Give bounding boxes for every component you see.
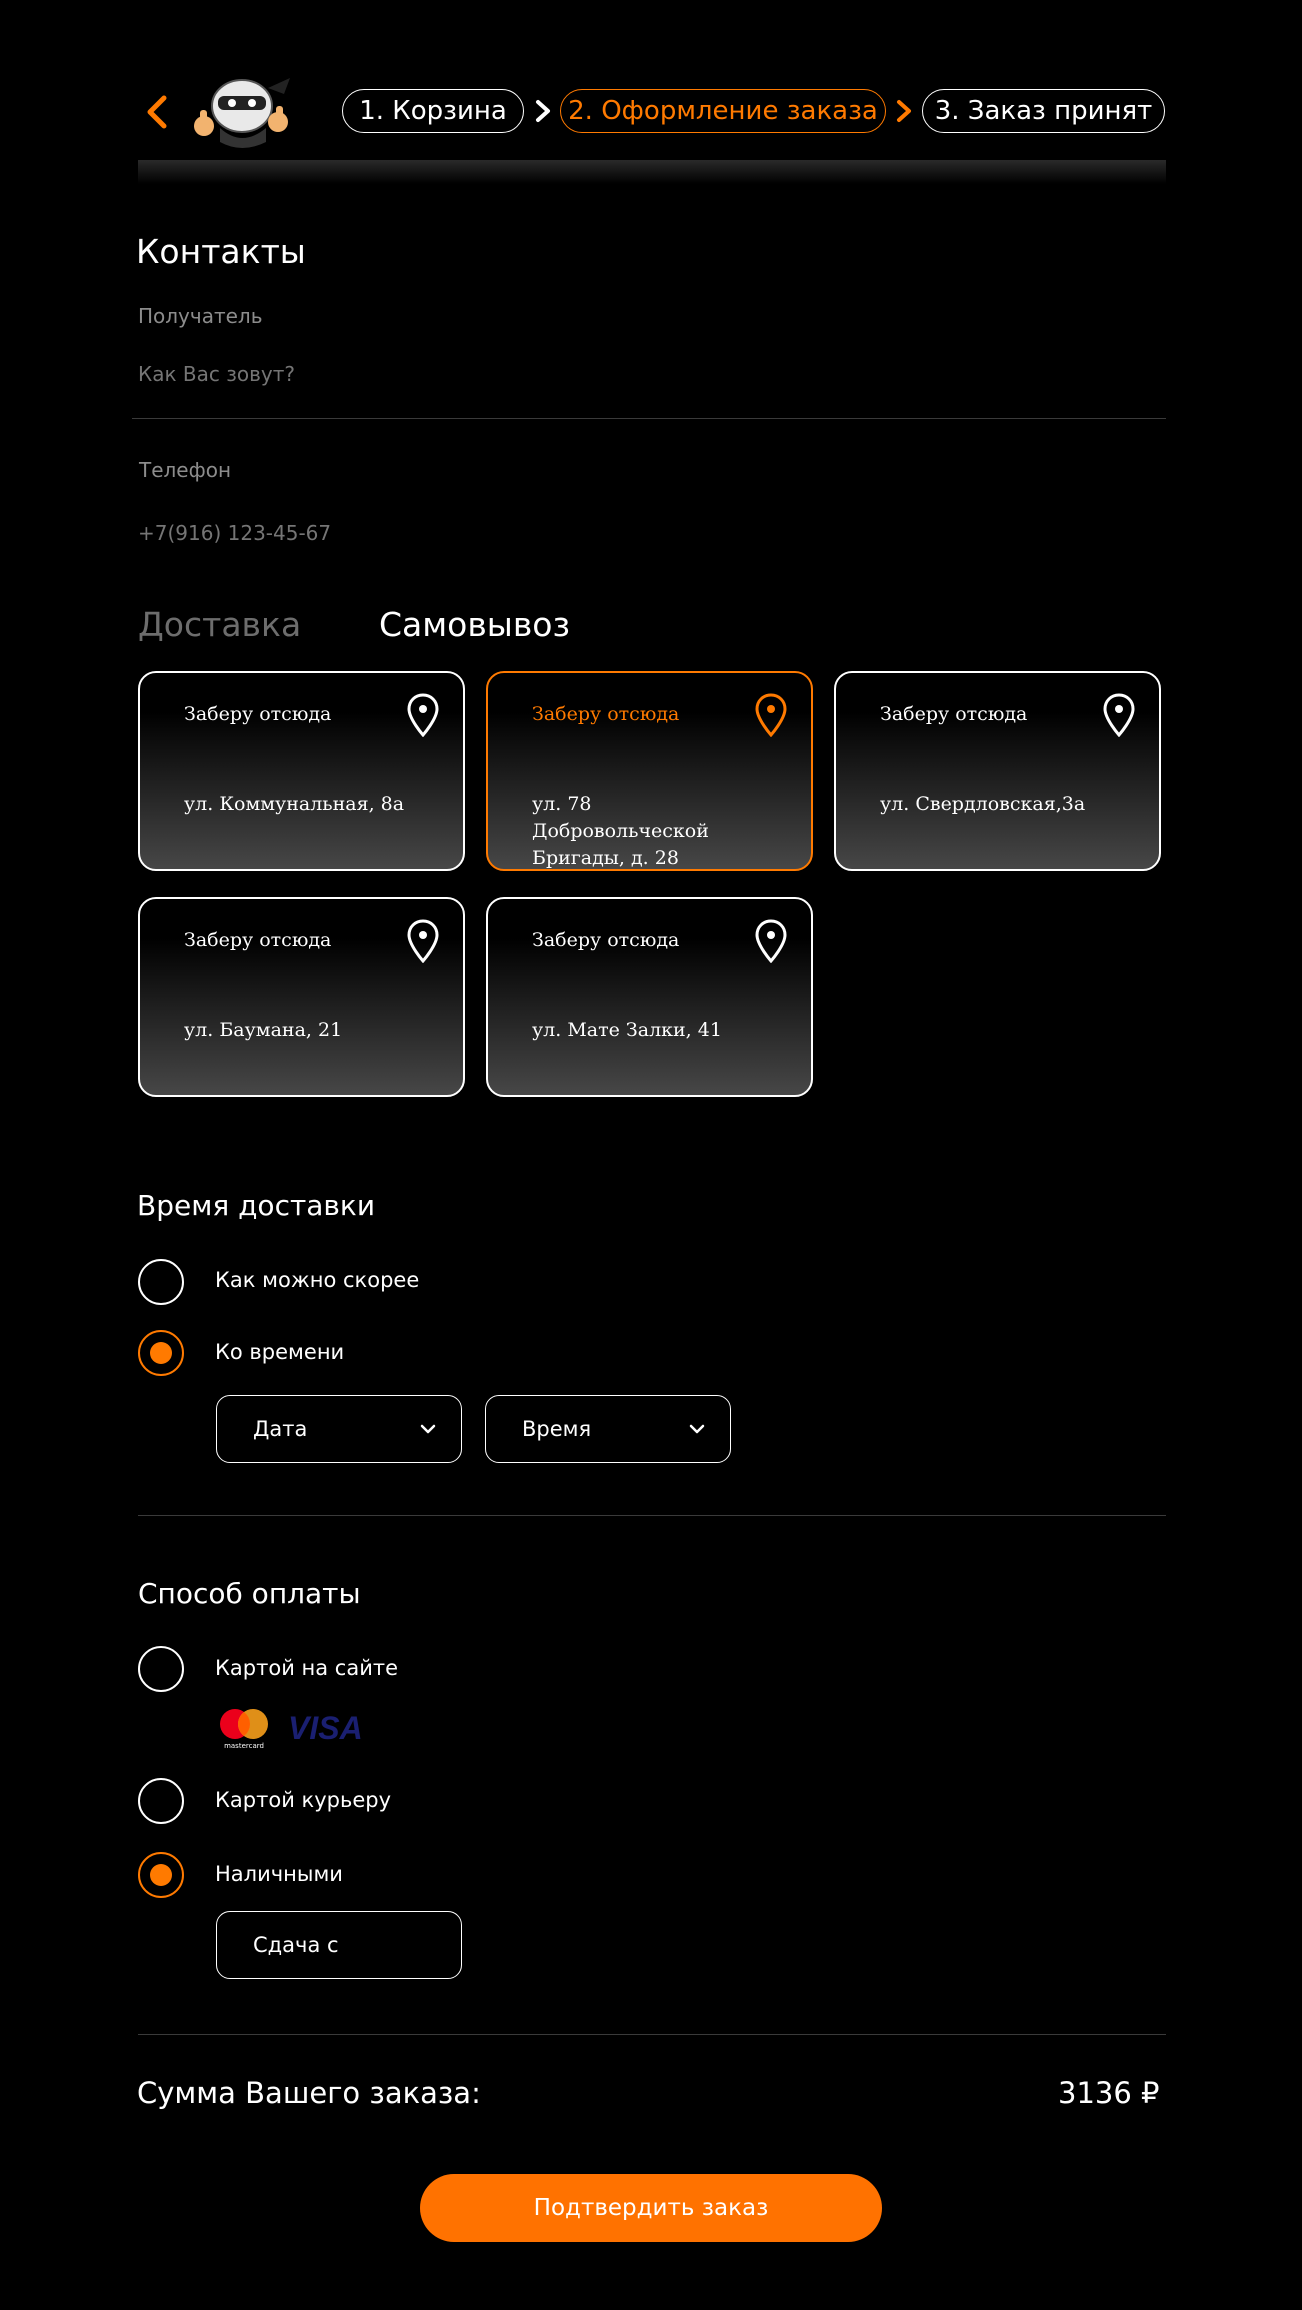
pickup-card-address: ул. Свердловская,3а — [880, 793, 1086, 815]
pickup-card[interactable]: Заберу отсюда ул. Свердловская,3а — [834, 671, 1161, 871]
date-select-label: Дата — [253, 1417, 308, 1441]
pickup-card[interactable]: Заберу отсюда ул. Баумана, 21 — [138, 897, 465, 1097]
radio-asap[interactable] — [138, 1259, 184, 1305]
section-divider — [138, 2034, 1166, 2035]
order-total-label: Сумма Вашего заказа: — [137, 2076, 481, 2110]
chevron-down-icon — [689, 1424, 705, 1434]
contacts-title: Контакты — [136, 232, 306, 271]
recipient-label: Получатель — [138, 304, 263, 328]
phone-label: Телефон — [139, 458, 232, 482]
pickup-card-label: Заберу отсюда — [532, 703, 680, 725]
location-pin-icon — [407, 919, 439, 963]
back-arrow-icon[interactable] — [138, 92, 178, 132]
radio-cash[interactable] — [138, 1852, 184, 1898]
mastercard-wordmark: mastercard — [224, 1742, 264, 1750]
confirm-order-button[interactable]: Подтвердить заказ — [420, 2174, 882, 2242]
recipient-input[interactable] — [138, 360, 1138, 388]
location-pin-icon — [755, 693, 787, 737]
time-select-label: Время — [522, 1417, 592, 1441]
pickup-card-address: ул. 78 Добровольческой Бригады, д. 28 — [532, 793, 709, 869]
location-pin-icon — [755, 919, 787, 963]
step-order-accepted[interactable]: 3. Заказ принят — [922, 89, 1165, 133]
tab-pickup[interactable]: Самовывоз — [379, 605, 570, 644]
visa-logo: VISA — [288, 1710, 363, 1746]
radio-card-online[interactable] — [138, 1646, 184, 1692]
payment-title: Способ оплаты — [138, 1577, 361, 1610]
delivery-time-title: Время доставки — [137, 1189, 376, 1222]
change-input[interactable]: Сдача с — [216, 1911, 462, 1979]
pickup-card[interactable]: Заберу отсюда ул. Коммунальная, 8а — [138, 671, 465, 871]
location-pin-icon — [407, 693, 439, 737]
radio-cash-label: Наличными — [215, 1862, 343, 1886]
tab-delivery[interactable]: Доставка — [138, 605, 301, 644]
order-total-amount: 3136 ₽ — [1058, 2076, 1160, 2110]
chevron-right-icon — [897, 100, 911, 122]
chevron-right-icon — [536, 100, 550, 122]
phone-input[interactable] — [138, 519, 1138, 547]
pickup-card-address: ул. Мате Залки, 41 — [532, 1019, 722, 1041]
pickup-card-label: Заберу отсюда — [880, 703, 1028, 725]
section-divider — [138, 1515, 1166, 1516]
pickup-card-address: ул. Коммунальная, 8а — [184, 793, 405, 815]
pickup-card-address: ул. Баумана, 21 — [184, 1019, 343, 1041]
ninja-mascot-logo[interactable] — [180, 72, 300, 152]
chevron-down-icon — [420, 1424, 436, 1434]
change-input-placeholder: Сдача с — [253, 1933, 339, 1957]
pickup-card-label: Заберу отсюда — [184, 929, 332, 951]
step-checkout[interactable]: 2. Оформление заказа — [560, 89, 886, 133]
location-pin-icon — [1103, 693, 1135, 737]
time-select[interactable]: Время — [485, 1395, 731, 1463]
pickup-card-label: Заберу отсюда — [532, 929, 680, 951]
pickup-card-label: Заберу отсюда — [184, 703, 332, 725]
radio-asap-label: Как можно скорее — [215, 1268, 420, 1292]
recipient-underline — [132, 418, 1166, 419]
date-select[interactable]: Дата — [216, 1395, 462, 1463]
radio-by-time[interactable] — [138, 1330, 184, 1376]
radio-by-time-label: Ко времени — [215, 1340, 345, 1364]
step-cart[interactable]: 1. Корзина — [342, 89, 524, 133]
mastercard-icon: mastercard — [220, 1709, 268, 1750]
pickup-card-selected[interactable]: Заберу отсюда ул. 78 Добровольческой Бри… — [486, 671, 813, 871]
pickup-card[interactable]: Заберу отсюда ул. Мате Залки, 41 — [486, 897, 813, 1097]
radio-card-online-label: Картой на сайте — [215, 1656, 399, 1680]
radio-card-courier-label: Картой курьеру — [215, 1788, 392, 1812]
header-divider — [138, 160, 1166, 184]
radio-card-courier[interactable] — [138, 1778, 184, 1824]
